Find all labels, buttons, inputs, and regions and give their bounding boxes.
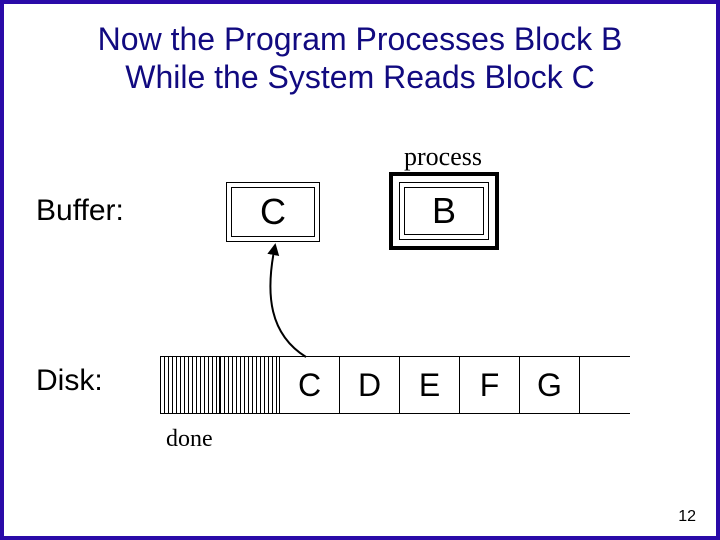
disk-label: Disk: <box>36 364 103 398</box>
disk-cell-text: C <box>298 367 321 404</box>
process-label: process <box>404 142 482 172</box>
disk-cell: F <box>460 357 520 413</box>
title-line-1: Now the Program Processes Block B <box>98 21 623 57</box>
page-number: 12 <box>678 508 696 526</box>
buffer-slot-c-text: C <box>260 191 286 233</box>
disk-cell: D <box>340 357 400 413</box>
disk-cell-text: G <box>537 367 562 404</box>
disk-cell-text: D <box>358 367 381 404</box>
disk-cell-empty <box>580 357 630 413</box>
slide-title: Now the Program Processes Block B While … <box>4 4 716 97</box>
buffer-slot-b-text: B <box>432 190 456 232</box>
disk-cell-text: E <box>419 367 440 404</box>
title-line-2: While the System Reads Block C <box>125 59 595 95</box>
disk-strip: C D E F G <box>160 356 630 414</box>
disk-cell: E <box>400 357 460 413</box>
buffer-slot-b: B <box>389 172 499 250</box>
disk-cell-done-a <box>160 357 220 413</box>
disk-cell: G <box>520 357 580 413</box>
buffer-slot-c: C <box>226 182 320 242</box>
disk-cell-done-b <box>220 357 280 413</box>
buffer-slot-b-inner: B <box>404 187 484 235</box>
arrow-disk-to-buffer <box>234 239 324 364</box>
diagram-stage: Buffer: Disk: process C B C D E F G done <box>4 144 716 536</box>
buffer-label: Buffer: <box>36 194 124 228</box>
disk-cell: C <box>280 357 340 413</box>
disk-cell-text: F <box>480 367 500 404</box>
done-label: done <box>166 426 213 453</box>
